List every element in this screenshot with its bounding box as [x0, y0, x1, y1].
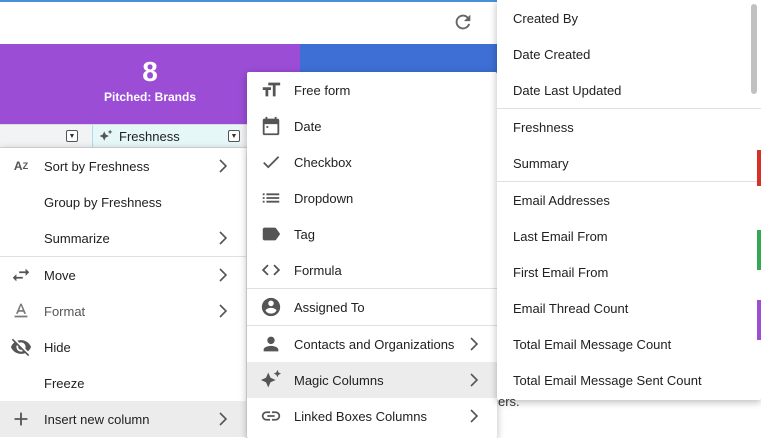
list-icon [262, 193, 280, 203]
menu-item-label: Assigned To [294, 299, 365, 315]
menu-item-label: Dropdown [294, 190, 354, 206]
column-header-cell: ▼ [66, 125, 78, 147]
menu-item-label: Formula [294, 262, 342, 278]
menu-item-sort[interactable]: AZ Sort by Freshness [0, 148, 246, 184]
person-icon [263, 336, 279, 352]
chevron-right-icon [470, 373, 479, 387]
menu-item-format[interactable]: Format [0, 293, 246, 329]
menu-item-date-last-updated[interactable]: Date Last Updated [497, 72, 761, 108]
menu-item-label: Summarize [44, 230, 110, 246]
menu-item-label: Created By [513, 10, 579, 26]
menu-item-label: Freshness [513, 119, 574, 135]
link-icon [261, 411, 281, 421]
sort-az-icon: AZ [13, 159, 29, 173]
magic-columns-menu: Created By Date Created Date Last Update… [497, 0, 761, 400]
background-text: ers. [498, 394, 520, 409]
code-icon [261, 264, 281, 276]
menu-item-last-email-from[interactable]: Last Email From [497, 218, 761, 254]
menu-item-magic-columns[interactable]: Magic Columns [247, 362, 497, 398]
menu-item-formula[interactable]: Formula [247, 252, 497, 288]
menu-item-checkbox[interactable]: Checkbox [247, 144, 497, 180]
menu-item-contacts-organizations[interactable]: Contacts and Organizations [247, 326, 497, 362]
menu-item-total-email-message-count[interactable]: Total Email Message Count [497, 326, 761, 362]
column-dropdown-button[interactable]: ▼ [66, 130, 78, 142]
menu-item-label: Tag [294, 226, 315, 242]
menu-item-label: Total Email Message Sent Count [513, 372, 702, 388]
column-header-freshness[interactable]: Freshness ▼ [92, 125, 240, 147]
menu-item-label: Email Thread Count [513, 300, 629, 316]
menu-item-label: Summary [513, 155, 569, 171]
menu-item-insert-column[interactable]: Insert new column [0, 401, 246, 437]
menu-item-assigned-to[interactable]: Assigned To [247, 289, 497, 325]
menu-item-label: Format [44, 303, 86, 319]
menu-item-linked-boxes[interactable]: Linked Boxes Columns [247, 398, 497, 434]
menu-item-tag[interactable]: Tag [247, 216, 497, 252]
menu-item-first-email-from[interactable]: First Email From [497, 254, 761, 290]
menu-item-dropdown[interactable]: Dropdown [247, 180, 497, 216]
calendar-icon [262, 116, 280, 136]
menu-item-label: Linked Boxes Columns [294, 408, 427, 424]
eye-off-icon [10, 338, 32, 357]
menu-item-date[interactable]: Date [247, 108, 497, 144]
menu-item-label: Group by Freshness [44, 194, 162, 210]
menu-item-move[interactable]: Move [0, 257, 246, 293]
menu-item-label: Date Created [513, 46, 591, 62]
sparkle-icon [99, 129, 113, 141]
menu-item-created-by[interactable]: Created By [497, 0, 761, 36]
chevron-right-icon [219, 159, 228, 173]
text-size-icon [262, 82, 281, 97]
swap-arrows-icon [12, 268, 30, 282]
menu-item-label: Insert new column [44, 411, 150, 427]
menu-item-label: First Email From [513, 264, 609, 280]
menu-item-label: Contacts and Organizations [294, 336, 455, 352]
menu-item-email-thread-count[interactable]: Email Thread Count [497, 290, 761, 326]
chevron-right-icon [219, 304, 228, 318]
sparkle-icon [260, 369, 282, 388]
background-accent [757, 230, 761, 270]
menu-item-email-addresses[interactable]: Email Addresses [497, 182, 761, 218]
menu-item-freeze[interactable]: Freeze [0, 365, 246, 401]
menu-item-label: Sort by Freshness [44, 158, 150, 174]
column-type-menu: Free form Date Checkbox Dropdown Tag For… [247, 72, 497, 438]
menu-item-label: Magic Columns [294, 372, 384, 388]
menu-item-label: Freeze [44, 375, 85, 391]
background-accent [757, 300, 761, 340]
menu-item-total-email-message-sent-count[interactable]: Total Email Message Sent Count [497, 362, 761, 398]
column-header-row: ▼ Freshness ▼ [0, 124, 250, 148]
menu-item-group[interactable]: Group by Freshness [0, 184, 246, 220]
background-accent [757, 150, 761, 186]
account-circle-icon [261, 297, 281, 317]
chevron-right-icon [470, 409, 479, 423]
menu-item-label: Date [294, 118, 322, 134]
column-dropdown-button[interactable]: ▼ [228, 130, 240, 142]
scrollbar[interactable] [751, 4, 757, 94]
checkmark-icon [263, 156, 280, 169]
menu-item-hide[interactable]: Hide [0, 329, 246, 365]
menu-item-label: Date Last Updated [513, 82, 622, 98]
refresh-icon[interactable] [452, 11, 474, 33]
menu-item-summarize[interactable]: Summarize [0, 220, 246, 256]
menu-item-freshness[interactable]: Freshness [497, 109, 761, 145]
column-context-menu: AZ Sort by Freshness Group by Freshness … [0, 148, 246, 438]
menu-item-label: Move [44, 267, 76, 283]
column-name: Freshness [119, 128, 180, 144]
menu-item-label: Email Addresses [513, 192, 610, 208]
menu-item-date-created[interactable]: Date Created [497, 36, 761, 72]
chevron-right-icon [219, 231, 228, 245]
chevron-right-icon [219, 412, 228, 426]
menu-item-label: Free form [294, 82, 351, 98]
format-text-icon [14, 303, 28, 318]
menu-item-label: Hide [44, 339, 71, 355]
menu-item-free-form[interactable]: Free form [247, 72, 497, 108]
tag-icon [262, 227, 281, 241]
menu-item-label: Total Email Message Count [513, 336, 672, 352]
chevron-right-icon [219, 268, 228, 282]
plus-icon [14, 412, 28, 426]
menu-item-label: Checkbox [294, 154, 352, 170]
chevron-right-icon [470, 337, 479, 351]
menu-item-summary[interactable]: Summary [497, 145, 761, 181]
menu-item-label: Last Email From [513, 228, 608, 244]
